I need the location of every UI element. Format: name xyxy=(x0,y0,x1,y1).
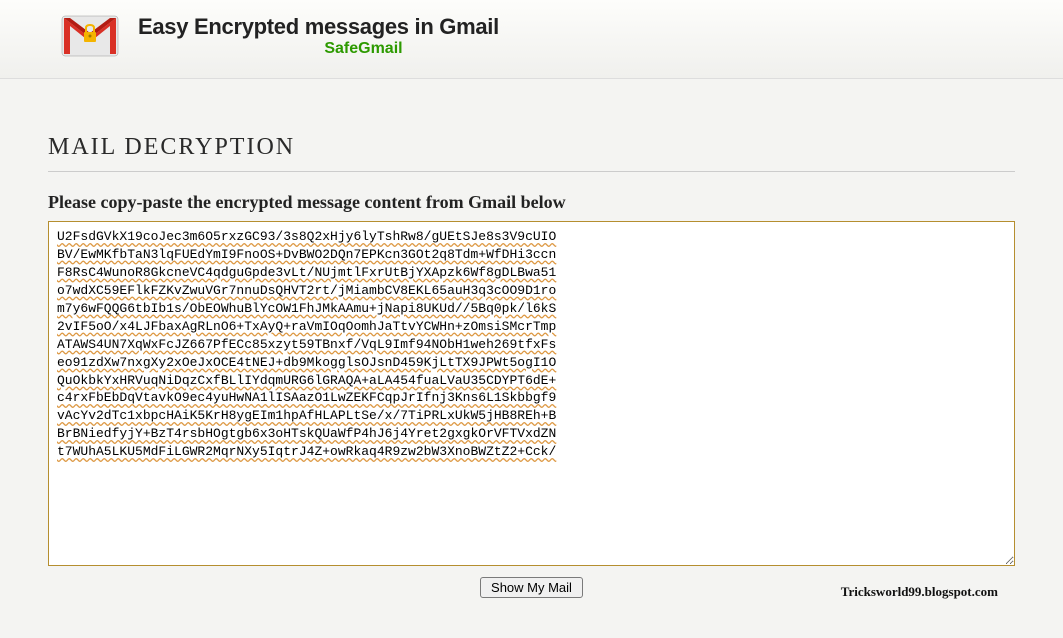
main-content: MAIL DECRYPTION Please copy-paste the en… xyxy=(0,79,1063,598)
app-subtitle: SafeGmail xyxy=(228,40,499,58)
section-title: MAIL DECRYPTION xyxy=(48,134,1015,171)
app-header: Easy Encrypted messages in Gmail SafeGma… xyxy=(0,0,1063,79)
instruction-label: Please copy-paste the encrypted message … xyxy=(48,192,1015,213)
safegmail-logo-icon xyxy=(60,12,120,60)
section-divider xyxy=(48,171,1015,172)
show-my-mail-button[interactable]: Show My Mail xyxy=(480,577,583,598)
app-title: Easy Encrypted messages in Gmail xyxy=(138,14,499,40)
encrypted-message-input[interactable] xyxy=(48,221,1015,566)
header-text-block: Easy Encrypted messages in Gmail SafeGma… xyxy=(138,14,499,58)
button-row: Show My Mail xyxy=(48,577,1015,598)
